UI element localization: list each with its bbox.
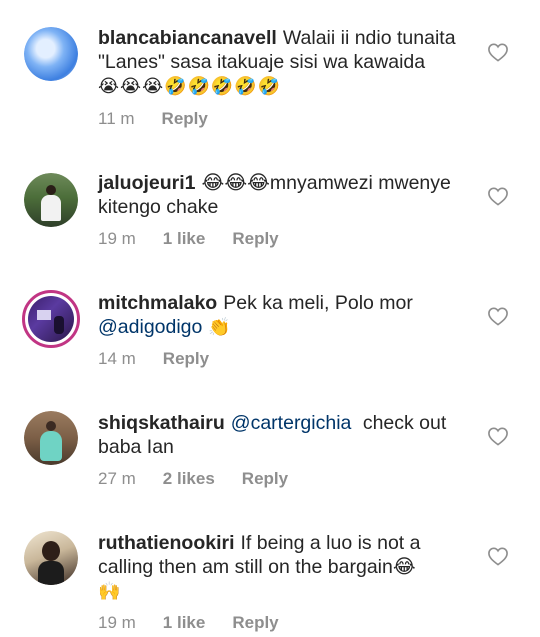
comment-likes[interactable]: 1 like — [163, 613, 206, 633]
comment-emoji: 😭😭😭🤣🤣🤣🤣🤣 — [98, 76, 282, 97]
heart-outline-icon[interactable] — [487, 42, 509, 62]
comment-text: jaluojeuri1 😂😂😂mnyamwezi mwenye kitengo c… — [98, 171, 476, 219]
comment-text: mitchmalako Pek ka meli, Polo mor @adigod… — [98, 291, 476, 340]
comment-meta: 14 m Reply — [98, 349, 236, 369]
comment-likes[interactable]: 2 likes — [163, 469, 215, 489]
comment-meta: 19 m 1 like Reply — [98, 613, 306, 633]
comment-username[interactable]: blancabiancanavell — [98, 27, 277, 49]
comment-text: ruthatienookiri If being a luo is not a c… — [98, 531, 476, 604]
comment-meta: 19 m 1 like Reply — [98, 229, 306, 249]
comment-meta: 11 m Reply — [98, 109, 235, 129]
mention-link[interactable]: @adigodigo — [98, 316, 202, 338]
reply-button[interactable]: Reply — [242, 469, 288, 489]
comment-username[interactable]: ruthatienookiri — [98, 532, 235, 554]
avatar[interactable] — [24, 173, 78, 227]
comment-meta: 27 m 2 likes Reply — [98, 469, 315, 489]
comment-text: shiqskathairu @cartergichia check out bab… — [98, 411, 476, 459]
comment-time: 19 m — [98, 613, 136, 632]
comment-emoji: 👏 — [208, 317, 232, 338]
reply-button[interactable]: Reply — [163, 349, 209, 369]
avatar[interactable] — [24, 411, 78, 465]
heart-outline-icon[interactable] — [487, 426, 509, 446]
avatar[interactable] — [24, 531, 78, 585]
comment-time: 27 m — [98, 469, 136, 488]
comment-emoji: 🙌 — [98, 581, 122, 602]
comment-username[interactable]: shiqskathairu — [98, 412, 225, 434]
comment-time: 14 m — [98, 349, 136, 368]
avatar[interactable] — [24, 27, 78, 81]
comment-username[interactable]: mitchmalako — [98, 292, 217, 314]
comment-username[interactable]: jaluojeuri1 — [98, 172, 196, 194]
comment-time: 11 m — [98, 109, 135, 128]
heart-outline-icon[interactable] — [487, 546, 509, 566]
reply-button[interactable]: Reply — [232, 613, 278, 633]
comment-time: 19 m — [98, 229, 136, 248]
reply-button[interactable]: Reply — [162, 109, 208, 129]
avatar[interactable] — [22, 290, 80, 348]
reply-button[interactable]: Reply — [232, 229, 278, 249]
heart-outline-icon[interactable] — [487, 306, 509, 326]
mention-link[interactable]: @cartergichia — [231, 412, 352, 434]
comment-likes[interactable]: 1 like — [163, 229, 206, 249]
comment-body: Pek ka meli, Polo mor — [223, 292, 413, 314]
comment-text: blancabiancanavell Walaii ii ndio tunaita… — [98, 26, 476, 99]
heart-outline-icon[interactable] — [487, 186, 509, 206]
